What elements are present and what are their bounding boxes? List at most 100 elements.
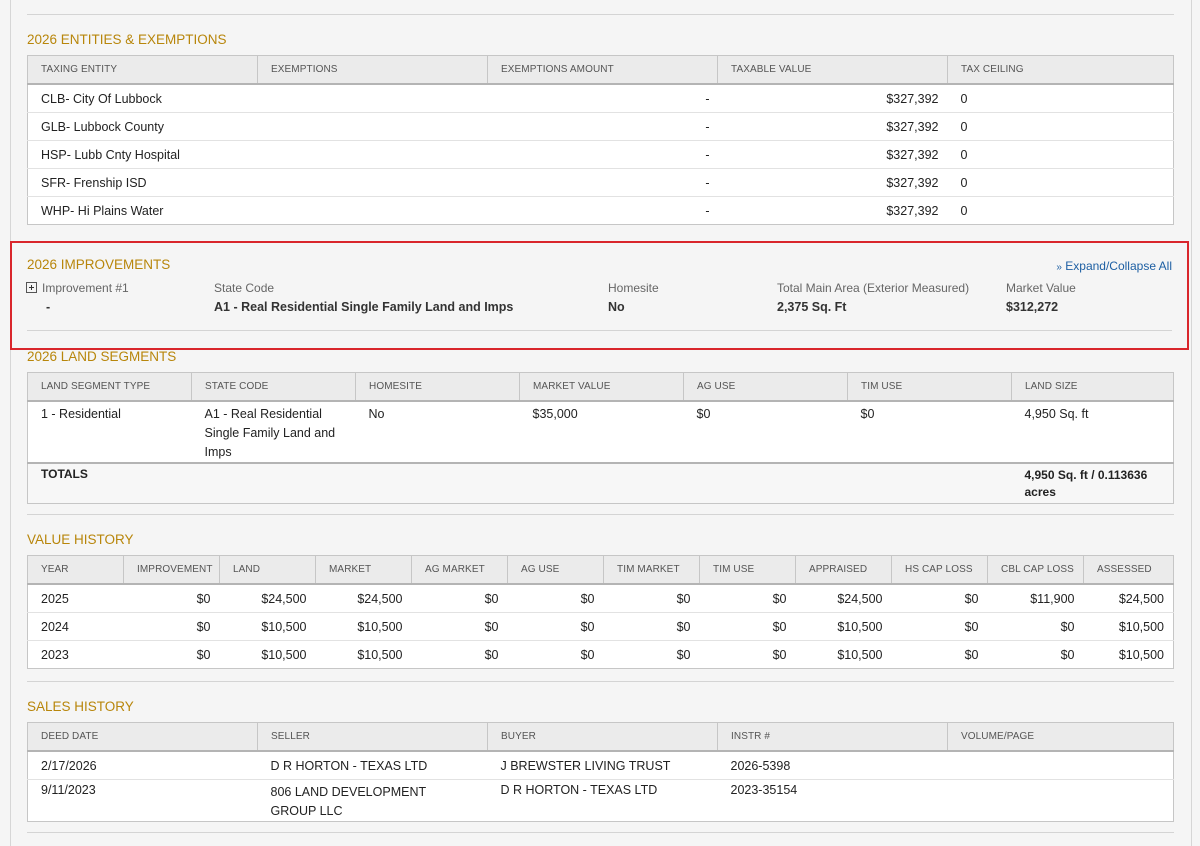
col-hs-cap-loss: HS CAP LOSS (891, 555, 988, 585)
cell-tim-market: $0 (603, 584, 700, 613)
divider (27, 832, 1174, 833)
sale-buyer: J BREWSTER LIVING TRUST (487, 751, 718, 780)
state-code-value: A1 - Real Residential Single Family Land… (214, 300, 514, 314)
homesite-value: No (608, 300, 625, 314)
cell-assessed: $10,500 (1118, 647, 1164, 662)
expand-collapse-all-link[interactable]: » Expand/Collapse All (1056, 259, 1172, 273)
sale-instr: 2026-5398 (717, 751, 948, 780)
land-homesite: No (355, 401, 520, 464)
cell-appraised: $10,500 (837, 647, 883, 662)
col-instr: INSTR # (717, 722, 948, 752)
cell-land: $24,500 (219, 584, 316, 613)
improvements-title: 2026 IMPROVEMENTS (27, 257, 171, 272)
improvements-panel: 2026 IMPROVEMENTS » Expand/Collapse All … (10, 241, 1189, 350)
col-state-code: STATE CODE (191, 372, 356, 402)
cell-market: $24,500 (315, 584, 412, 613)
col-ag-use: AG USE (507, 555, 604, 585)
cell-land: $10,500 (219, 612, 316, 641)
cell-assessed: $24,500 (1083, 584, 1174, 613)
table-row: 2024 $0 $10,500 $10,500 $0 $0 $0 $0 $10,… (27, 612, 1174, 641)
cell-cbl-cap-loss: $0 (1060, 647, 1075, 662)
entity-exemptions (257, 84, 488, 113)
cell-ag-use: $0 (580, 647, 595, 662)
cell-improvement: $0 (123, 584, 220, 613)
cell-ag-use: $0 (507, 584, 604, 613)
col-buyer: BUYER (487, 722, 718, 752)
divider (27, 330, 1172, 331)
col-cbl-cap-loss: CBL CAP LOSS (987, 555, 1084, 585)
cell-year: 2024 (27, 612, 124, 641)
entity-exemption-amount: - (487, 168, 718, 197)
entity-tax-ceiling: 0 (947, 84, 1174, 113)
entity-exemption-amount: - (487, 112, 718, 141)
col-taxing-entity: TAXING ENTITY (27, 55, 258, 85)
col-tim-use: TIM USE (847, 372, 1012, 402)
cell-hs-cap-loss: $0 (964, 647, 979, 662)
col-land: LAND (219, 555, 316, 585)
cell-tim-market: $0 (603, 612, 700, 641)
entity-exemptions (257, 140, 488, 169)
land-state-code: A1 - Real Residential Single Family Land… (191, 401, 356, 464)
entity-taxable-value: $327,392 (717, 112, 948, 141)
col-taxable-value: TAXABLE VALUE (717, 55, 948, 85)
land-market-value: $35,000 (519, 401, 684, 464)
cell-tim-use: $0 (699, 584, 796, 613)
value-history-table: YEAR IMPROVEMENT LAND MARKET AG MARKET A… (27, 555, 1174, 669)
cell-cbl-cap-loss: $11,900 (987, 584, 1084, 613)
entity-name: CLB- City Of Lubbock (27, 84, 258, 113)
entity-name: WHP- Hi Plains Water (41, 203, 164, 218)
expand-collapse-label: Expand/Collapse All (1065, 259, 1172, 273)
entity-name: SFR- Frenship ISD (27, 168, 258, 197)
state-code-label: State Code (214, 281, 275, 295)
entity-taxable-value: $327,392 (717, 84, 948, 113)
divider (27, 514, 1174, 515)
cell-appraised: $10,500 (795, 612, 892, 641)
col-tim-market: TIM MARKET (603, 555, 700, 585)
entity-tax-ceiling: 0 (947, 140, 1174, 169)
col-assessed: ASSESSED (1083, 555, 1174, 585)
col-tax-ceiling: TAX CEILING (947, 55, 1174, 85)
sale-seller: D R HORTON - TEXAS LTD (257, 751, 488, 780)
col-ag-market: AG MARKET (411, 555, 508, 585)
divider (27, 14, 1174, 15)
table-row: WHP- Hi Plains Water - $327,392 0 (28, 197, 1174, 225)
double-chevron-down-icon: » (1056, 262, 1062, 273)
table-row: SFR- Frenship ISD - $327,392 0 (27, 168, 1174, 197)
col-land-segment-type: LAND SEGMENT TYPE (27, 372, 192, 402)
sales-history-table: DEED DATE SELLER BUYER INSTR # VOLUME/PA… (27, 722, 1174, 822)
entity-exemption-amount: - (487, 84, 718, 113)
improvement-toggle[interactable]: Improvement #1 (26, 281, 129, 295)
entity-exemptions (257, 112, 488, 141)
expand-plus-icon[interactable] (26, 282, 37, 293)
land-segments-title: 2026 LAND SEGMENTS (27, 349, 177, 364)
improvement-value: - (46, 300, 51, 314)
col-market: MARKET (315, 555, 412, 585)
entity-taxable-value: $327,392 (717, 140, 948, 169)
table-row: 2/17/2026 D R HORTON - TEXAS LTD J BREWS… (27, 751, 1174, 780)
table-row: CLB- City Of Lubbock - $327,392 0 (27, 84, 1174, 113)
improvement-label: Improvement #1 (42, 281, 129, 295)
entities-title: 2026 ENTITIES & EXEMPTIONS (27, 32, 227, 47)
sale-seller: 806 LAND DEVELOPMENT GROUP LLC (270, 785, 426, 818)
cell-hs-cap-loss: $0 (891, 584, 988, 613)
sale-volume-page (948, 780, 1174, 822)
cell-ag-market: $0 (484, 647, 499, 662)
totals-row: TOTALS 4,950 Sq. ft / 0.113636 acres (27, 463, 1174, 504)
entity-taxable-value: $327,392 (717, 168, 948, 197)
entity-exemption-amount: - (487, 140, 718, 169)
col-exemptions-amount: EXEMPTIONS AMOUNT (487, 55, 718, 85)
col-appraised: APPRAISED (795, 555, 892, 585)
cell-assessed: $10,500 (1083, 612, 1174, 641)
main-area-value: 2,375 Sq. Ft (777, 300, 847, 314)
cell-improvement: $0 (123, 612, 220, 641)
table-row: 1 - Residential A1 - Real Residential Si… (27, 401, 1174, 464)
col-volume-page: VOLUME/PAGE (947, 722, 1174, 752)
table-row: 2023 $0 $10,500 $10,500 $0 $0 $0 $0 $10,… (28, 641, 1174, 669)
entity-exemptions (257, 168, 488, 197)
market-value-label: Market Value (1006, 281, 1076, 295)
col-improvement: IMPROVEMENT (123, 555, 220, 585)
sales-history-title: SALES HISTORY (27, 699, 134, 714)
cell-land: $10,500 (261, 647, 307, 662)
entity-taxable-value: $327,392 (886, 203, 939, 218)
cell-year: 2023 (41, 647, 69, 662)
